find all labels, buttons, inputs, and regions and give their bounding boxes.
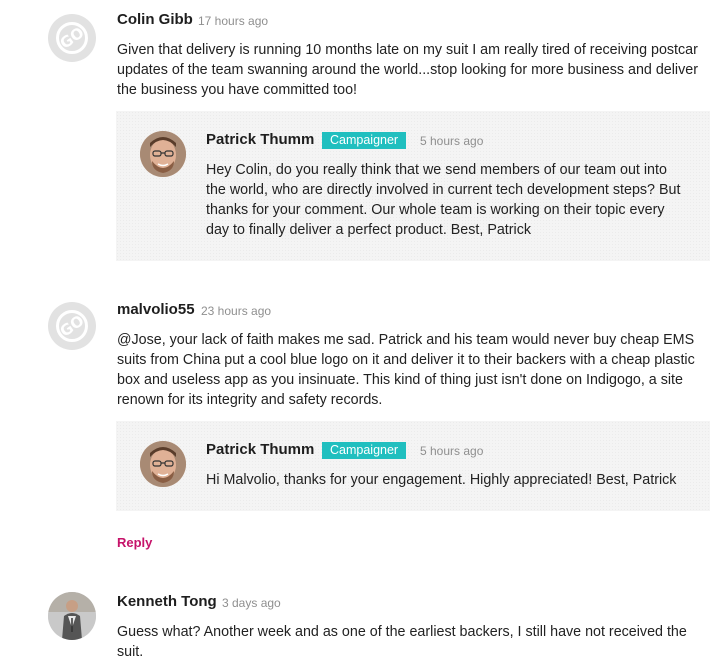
comment-text: Guess what? Another week and as one of t… bbox=[117, 624, 687, 660]
user-photo-avatar[interactable] bbox=[48, 592, 96, 640]
go-avatar-icon[interactable]: GO bbox=[48, 302, 96, 350]
comment-timestamp: 23 hours ago bbox=[201, 304, 272, 318]
patrick-avatar[interactable] bbox=[140, 441, 186, 487]
campaigner-badge: Campaigner bbox=[322, 442, 407, 459]
comment-timestamp: 17 hours ago bbox=[198, 14, 269, 28]
reply-author[interactable]: Patrick Thumm bbox=[206, 131, 314, 148]
comment-text: @Jose, your lack of faith makes me sad. … bbox=[117, 332, 695, 408]
comment-author[interactable]: Kenneth Tong bbox=[117, 593, 217, 610]
comment-timestamp: 3 days ago bbox=[222, 596, 281, 610]
campaigner-badge: Campaigner bbox=[322, 132, 407, 149]
reply-timestamp: 5 hours ago bbox=[420, 134, 484, 148]
reply-box: Patrick Thumm Campaigner 5 hours ago Hey… bbox=[116, 111, 710, 261]
comment-author[interactable]: malvolio55 bbox=[117, 301, 195, 318]
comment-text: Given that delivery is running 10 months… bbox=[117, 42, 698, 98]
reply-timestamp: 5 hours ago bbox=[420, 444, 484, 458]
reply-author[interactable]: Patrick Thumm bbox=[206, 441, 314, 458]
reply-text: Hey Colin, do you really think that we s… bbox=[206, 162, 681, 238]
reply-button[interactable]: Reply bbox=[117, 535, 152, 550]
reply-text: Hi Malvolio, thanks for your engagement.… bbox=[206, 472, 677, 488]
go-avatar-icon[interactable]: GO bbox=[48, 14, 96, 62]
comment-author[interactable]: Colin Gibb bbox=[117, 11, 193, 28]
patrick-avatar[interactable] bbox=[140, 131, 186, 177]
reply-box: Patrick Thumm Campaigner 5 hours ago Hi … bbox=[116, 421, 710, 511]
